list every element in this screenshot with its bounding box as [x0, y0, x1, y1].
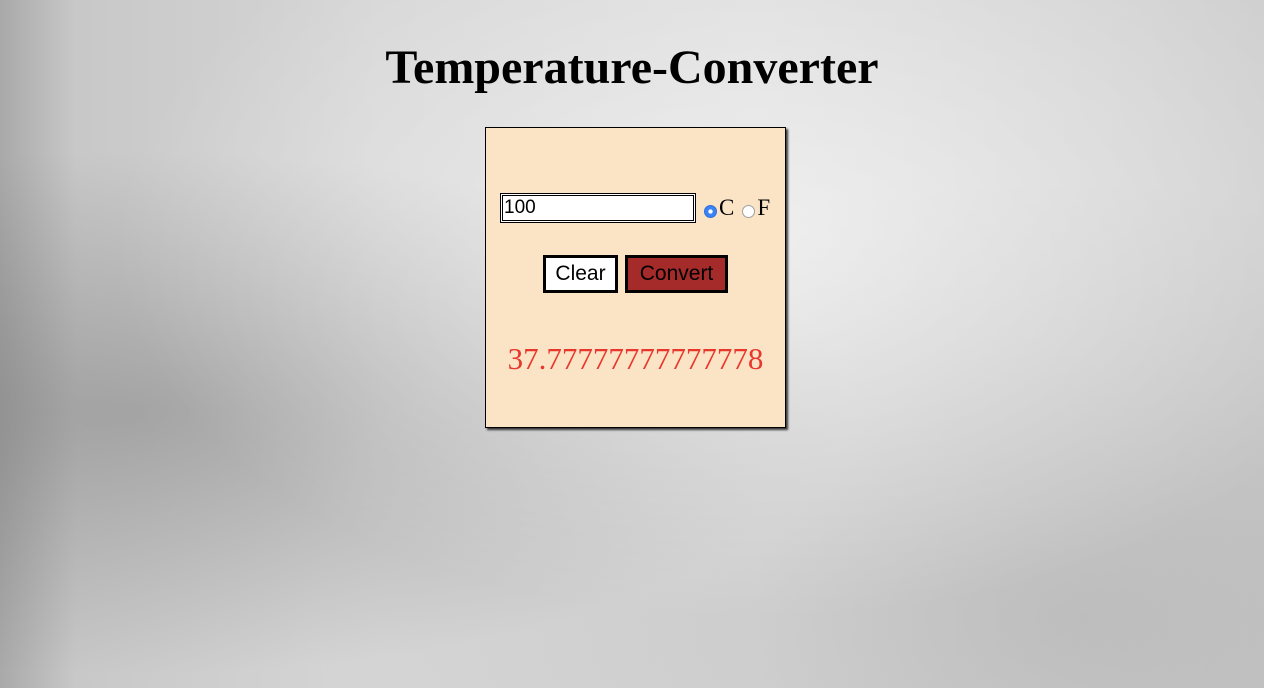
page-title: Temperature-Converter [385, 41, 879, 94]
button-row: Clear Convert [486, 255, 785, 293]
temperature-input[interactable] [500, 193, 696, 223]
celsius-label: C [719, 195, 735, 220]
clear-button[interactable]: Clear [543, 255, 618, 293]
converter-panel: C F Clear Convert 37.77777777777778 [485, 127, 786, 428]
celsius-radio[interactable] [704, 204, 717, 218]
fahrenheit-radio[interactable] [742, 204, 756, 218]
input-row: C F [500, 193, 780, 223]
fahrenheit-label: F [757, 195, 771, 220]
convert-button[interactable]: Convert [625, 255, 728, 293]
conversion-result: 37.77777777777778 [507, 341, 764, 376]
